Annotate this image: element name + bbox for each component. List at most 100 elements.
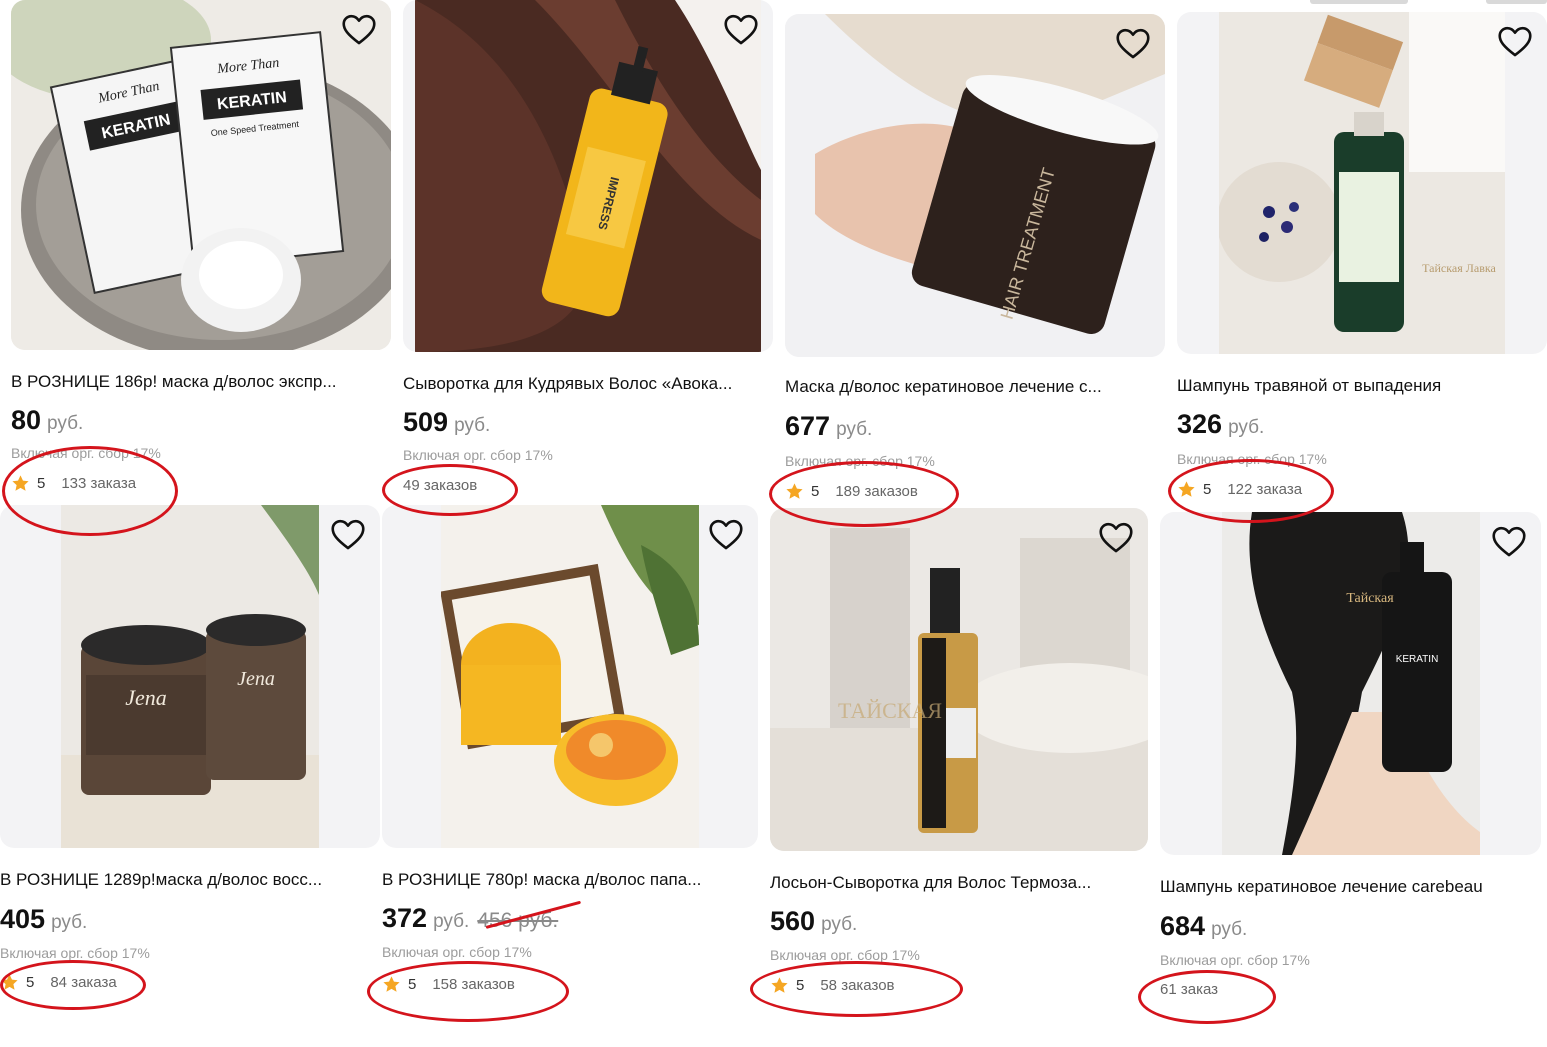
product-image[interactable]: HAIR TREATMENT [785,14,1165,357]
heart-outline-icon[interactable] [1115,28,1151,60]
product-image[interactable] [382,505,758,848]
product-photo: KERATIN More Than KERATIN More Than One … [11,0,391,350]
product-card[interactable]: ТАЙСКАЯ Лосьон-Сыворотка для Волос Термо… [770,508,1148,1028]
fee-note: Включая орг. сбор 17% [785,453,935,469]
rating-score: 5 [796,977,805,994]
fee-note: Включая орг. сбор 17% [1160,952,1310,968]
product-photo: KERATIN Тайская [1221,512,1480,855]
price-currency: руб. [454,415,491,436]
product-image[interactable]: Jena Jena [0,505,380,848]
product-image[interactable]: KERATIN Тайская [1160,512,1541,855]
product-card[interactable]: IMPRESS Сыворотка для Кудрявых Волос «Ав… [403,0,773,520]
rating-row: 5 133 заказа [11,474,136,493]
product-card[interactable]: В РОЗНИЦЕ 780р! маска д/волос папа... 37… [382,505,758,1025]
svg-text:KERATIN: KERATIN [1395,654,1438,665]
svg-text:Тайская: Тайская [1346,591,1394,606]
product-photo [441,505,699,848]
product-price: 684 руб. [1160,911,1247,942]
price-amount: 372 [382,903,428,933]
price-amount: 326 [1177,409,1223,439]
svg-text:Тайская Лавка: Тайская Лавка [1422,261,1496,275]
rating-row: 61 заказ [1160,981,1218,998]
heart-outline-icon[interactable] [341,14,377,46]
orders-count: 61 заказ [1160,981,1219,998]
rating-row: 49 заказов [403,477,477,494]
product-image[interactable]: Тайская Лавка [1177,12,1547,354]
product-price: 560 руб. [770,906,857,937]
rating-score: 5 [37,475,46,492]
heart-outline-icon[interactable] [723,14,759,46]
product-image[interactable]: ТАЙСКАЯ [770,508,1148,851]
price-amount: 80 [11,405,42,435]
price-amount: 405 [0,904,46,934]
heart-outline-icon[interactable] [1491,526,1527,558]
product-image[interactable]: KERATIN More Than KERATIN More Than One … [11,0,391,350]
heart-outline-icon[interactable] [1098,522,1134,554]
product-title[interactable]: В РОЗНИЦЕ 186р! маска д/волос экспр... [11,371,391,393]
price-amount: 509 [403,407,449,437]
svg-text:Jena: Jena [237,668,275,690]
orders-count: 189 заказов [835,483,918,500]
svg-text:ТАЙСКАЯ: ТАЙСКАЯ [838,698,942,723]
rating-score: 5 [811,483,820,500]
product-title[interactable]: Сыворотка для Кудрявых Волос «Авока... [403,373,773,395]
product-price: 80 руб. [11,405,83,436]
rating-row: 5 189 заказов [785,482,918,501]
price-currency: руб. [1211,919,1248,940]
product-title[interactable]: Маска д/волос кератиновое лечение с... [785,376,1165,398]
star-icon [1178,481,1195,497]
product-photo: HAIR TREATMENT [785,14,1165,357]
heart-outline-icon[interactable] [1497,26,1533,58]
orders-count: 122 заказа [1227,481,1303,498]
price-currency: руб. [836,419,873,440]
product-card[interactable]: HAIR TREATMENT Маска д/волос кератиновое… [785,0,1165,520]
product-photo: Jena Jena [61,505,319,848]
product-title[interactable]: Шампунь травяной от выпадения [1177,375,1547,397]
orders-count: 49 заказов [403,477,478,494]
product-title[interactable]: В РОЗНИЦЕ 780р! маска д/волос папа... [382,869,758,891]
star-icon [1,974,18,990]
price-currency: руб. [47,413,84,434]
product-price: 326 руб. [1177,409,1264,440]
star-icon [383,976,400,992]
product-photo: ТАЙСКАЯ [770,508,1148,851]
product-photo: IMPRESS [415,0,761,352]
product-card[interactable]: Тайская Лавка Шампунь травяной от выпаде… [1177,0,1547,520]
rating-score: 5 [1203,481,1212,498]
fee-note: Включая орг. сбор 17% [770,947,920,963]
rating-row: 5 158 заказов [382,975,515,994]
rating-score: 5 [408,976,417,993]
product-price: 509 руб. [403,407,490,438]
product-price: 677 руб. [785,411,872,442]
product-title[interactable]: В РОЗНИЦЕ 1289р!маска д/волос восс... [0,869,380,891]
rating-row: 5 58 заказов [770,976,895,995]
price-currency: руб. [51,912,88,933]
price-amount: 560 [770,906,816,936]
rating-row: 5 84 заказа [0,973,117,992]
price-currency: руб. [821,914,858,935]
star-icon [786,483,803,499]
rating-row: 5 122 заказа [1177,480,1302,499]
svg-text:Jena: Jena [125,685,167,710]
fee-note: Включая орг. сбор 17% [11,445,161,461]
product-title[interactable]: Шампунь кератиновое лечение carebeau [1160,876,1541,898]
fee-note: Включая орг. сбор 17% [0,945,150,961]
orders-count: 84 заказа [50,974,117,991]
product-card[interactable]: Jena Jena В РОЗНИЦЕ 1289р!маска д/волос … [0,505,380,1025]
product-price: 372 руб. 456 руб. [382,903,558,934]
orders-count: 58 заказов [820,977,895,994]
price-amount: 677 [785,411,831,441]
product-price: 405 руб. [0,904,87,935]
heart-outline-icon[interactable] [330,519,366,551]
product-card[interactable]: KERATIN Тайская Шампунь кератиновое лече… [1160,512,1541,1032]
product-card[interactable]: KERATIN More Than KERATIN More Than One … [11,0,391,520]
fee-note: Включая орг. сбор 17% [382,944,532,960]
price-currency: руб. [433,911,470,932]
price-currency: руб. [1228,417,1265,438]
price-amount: 684 [1160,911,1206,941]
fee-note: Включая орг. сбор 17% [1177,451,1327,467]
rating-score: 5 [26,974,35,991]
heart-outline-icon[interactable] [708,519,744,551]
product-title[interactable]: Лосьон-Сыворотка для Волос Термоза... [770,872,1148,894]
product-image[interactable]: IMPRESS [403,0,773,352]
